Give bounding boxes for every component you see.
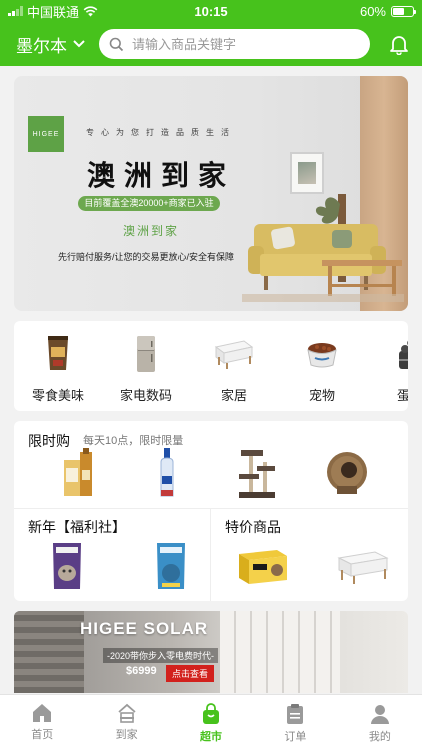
tab-label: 订单 [284,731,307,743]
special-title: 特价商品 [225,519,281,535]
battery-icon [391,5,416,17]
city-label: 墨尔本 [16,36,67,56]
tab-profile[interactable]: 我的 [338,695,422,750]
window-blinds-decoration [220,611,340,693]
hero-banner[interactable]: HIGEE 专心为您打造品质生活 澳洲到家 目前覆盖全澳20000+商家已入驻 … [14,76,408,311]
user-icon [370,705,389,724]
solar-view-button[interactable]: 点击查看 [166,665,215,682]
home-icon [33,704,52,722]
cake-icon [399,340,408,369]
category-label: 零食美味 [31,388,84,403]
sofa-image [242,194,404,302]
header: 墨尔本 [0,22,422,66]
tab-label: 我的 [368,731,391,743]
banner-note: 先行赔付服务/让您的交易更放心/安全有保障 [58,252,235,262]
house-icon [118,703,136,723]
special-offer-card[interactable]: 特价商品 [211,509,408,601]
dog-product-box-image [235,539,291,593]
solar-title: HIGEE SOLAR [80,619,209,638]
status-bar: 中国联通 10:15 60% [0,0,422,22]
tab-supermarket[interactable]: 超市 [169,695,253,750]
category-pets[interactable]: 宠物 [278,321,366,411]
bottom-tab-bar: 首页 到家 超市 订单 我的 [0,694,422,750]
banner-pill: 目前覆盖全澳20000+商家已入驻 [78,196,220,211]
solar-banner[interactable]: HIGEE SOLAR -2020带你步入零电费时代- $6999 点击查看 [14,611,408,693]
battery-percent: 60% [359,3,386,19]
banner-title: 澳洲到家 [86,159,235,192]
signal-icon [8,6,23,16]
cat-tree-product-image [232,447,282,499]
new-year-title: 新年【福利社】 [28,519,126,535]
pet-bowl-icon [307,343,337,368]
flash-sale-card[interactable]: 限时购 每天10点，限时限量 [14,421,408,509]
fridge-icon [137,336,155,372]
dog-food-bag-image [146,539,196,593]
carrier-label: 中国联通 [27,4,80,20]
tab-delivery[interactable]: 到家 [84,695,168,750]
new-year-card[interactable]: 新年【福利社】 [14,509,211,601]
snack-icon [48,336,68,370]
notification-bell-button[interactable] [386,31,412,57]
search-input[interactable] [132,36,360,52]
solar-tagline: -2020带你步入零电费时代- [103,648,219,663]
category-label: 家居 [220,388,247,403]
flash-sale-subtitle: 每天10点，限时限量 [83,435,184,447]
order-icon [287,704,304,724]
top-bar: 中国联通 10:15 60% 墨尔本 [0,0,422,66]
banner-slogan: 专心为您打造品质生活 [86,128,236,137]
category-label: 宠物 [308,388,335,403]
whisky-product-image [54,447,104,499]
chevron-down-icon [73,40,85,48]
wall-picture-image [290,152,324,194]
banner-subtitle: 澳洲到家 [122,224,179,238]
category-row: 零食美味 家电数码 家居 宠物 蛋糕 [14,321,408,411]
tab-label: 到家 [115,729,138,741]
promo-section: 限时购 每天10点，限时限量 新年【福利社】 特价商品 [14,421,408,601]
category-snacks[interactable]: 零食美味 [14,321,102,411]
city-selector[interactable]: 墨尔本 [16,32,85,57]
tab-label: 超市 [200,731,223,743]
category-appliances[interactable]: 家电数码 [102,321,190,411]
category-cakes[interactable]: 蛋糕 [366,321,408,411]
search-bar[interactable] [99,29,370,59]
brick-wall-decoration [14,611,84,693]
tab-label: 首页 [31,729,54,741]
bell-icon [390,36,408,55]
category-label: 蛋糕 [396,388,408,403]
category-home[interactable]: 家居 [190,321,278,411]
cat-scratcher-product-image [322,447,372,499]
wifi-icon [83,5,98,16]
brand-logo: HIGEE [28,116,64,152]
category-label: 家电数码 [119,388,172,403]
tab-orders[interactable]: 订单 [253,695,337,750]
shopping-bag-icon [203,703,220,724]
search-icon [109,37,124,51]
tab-home[interactable]: 首页 [0,695,84,750]
cat-food-bag-image [42,539,92,593]
tv-stand-product-image [333,539,393,593]
solar-price: $6999 [126,665,157,677]
vodka-product-image [142,447,192,499]
furniture-icon [214,340,254,369]
